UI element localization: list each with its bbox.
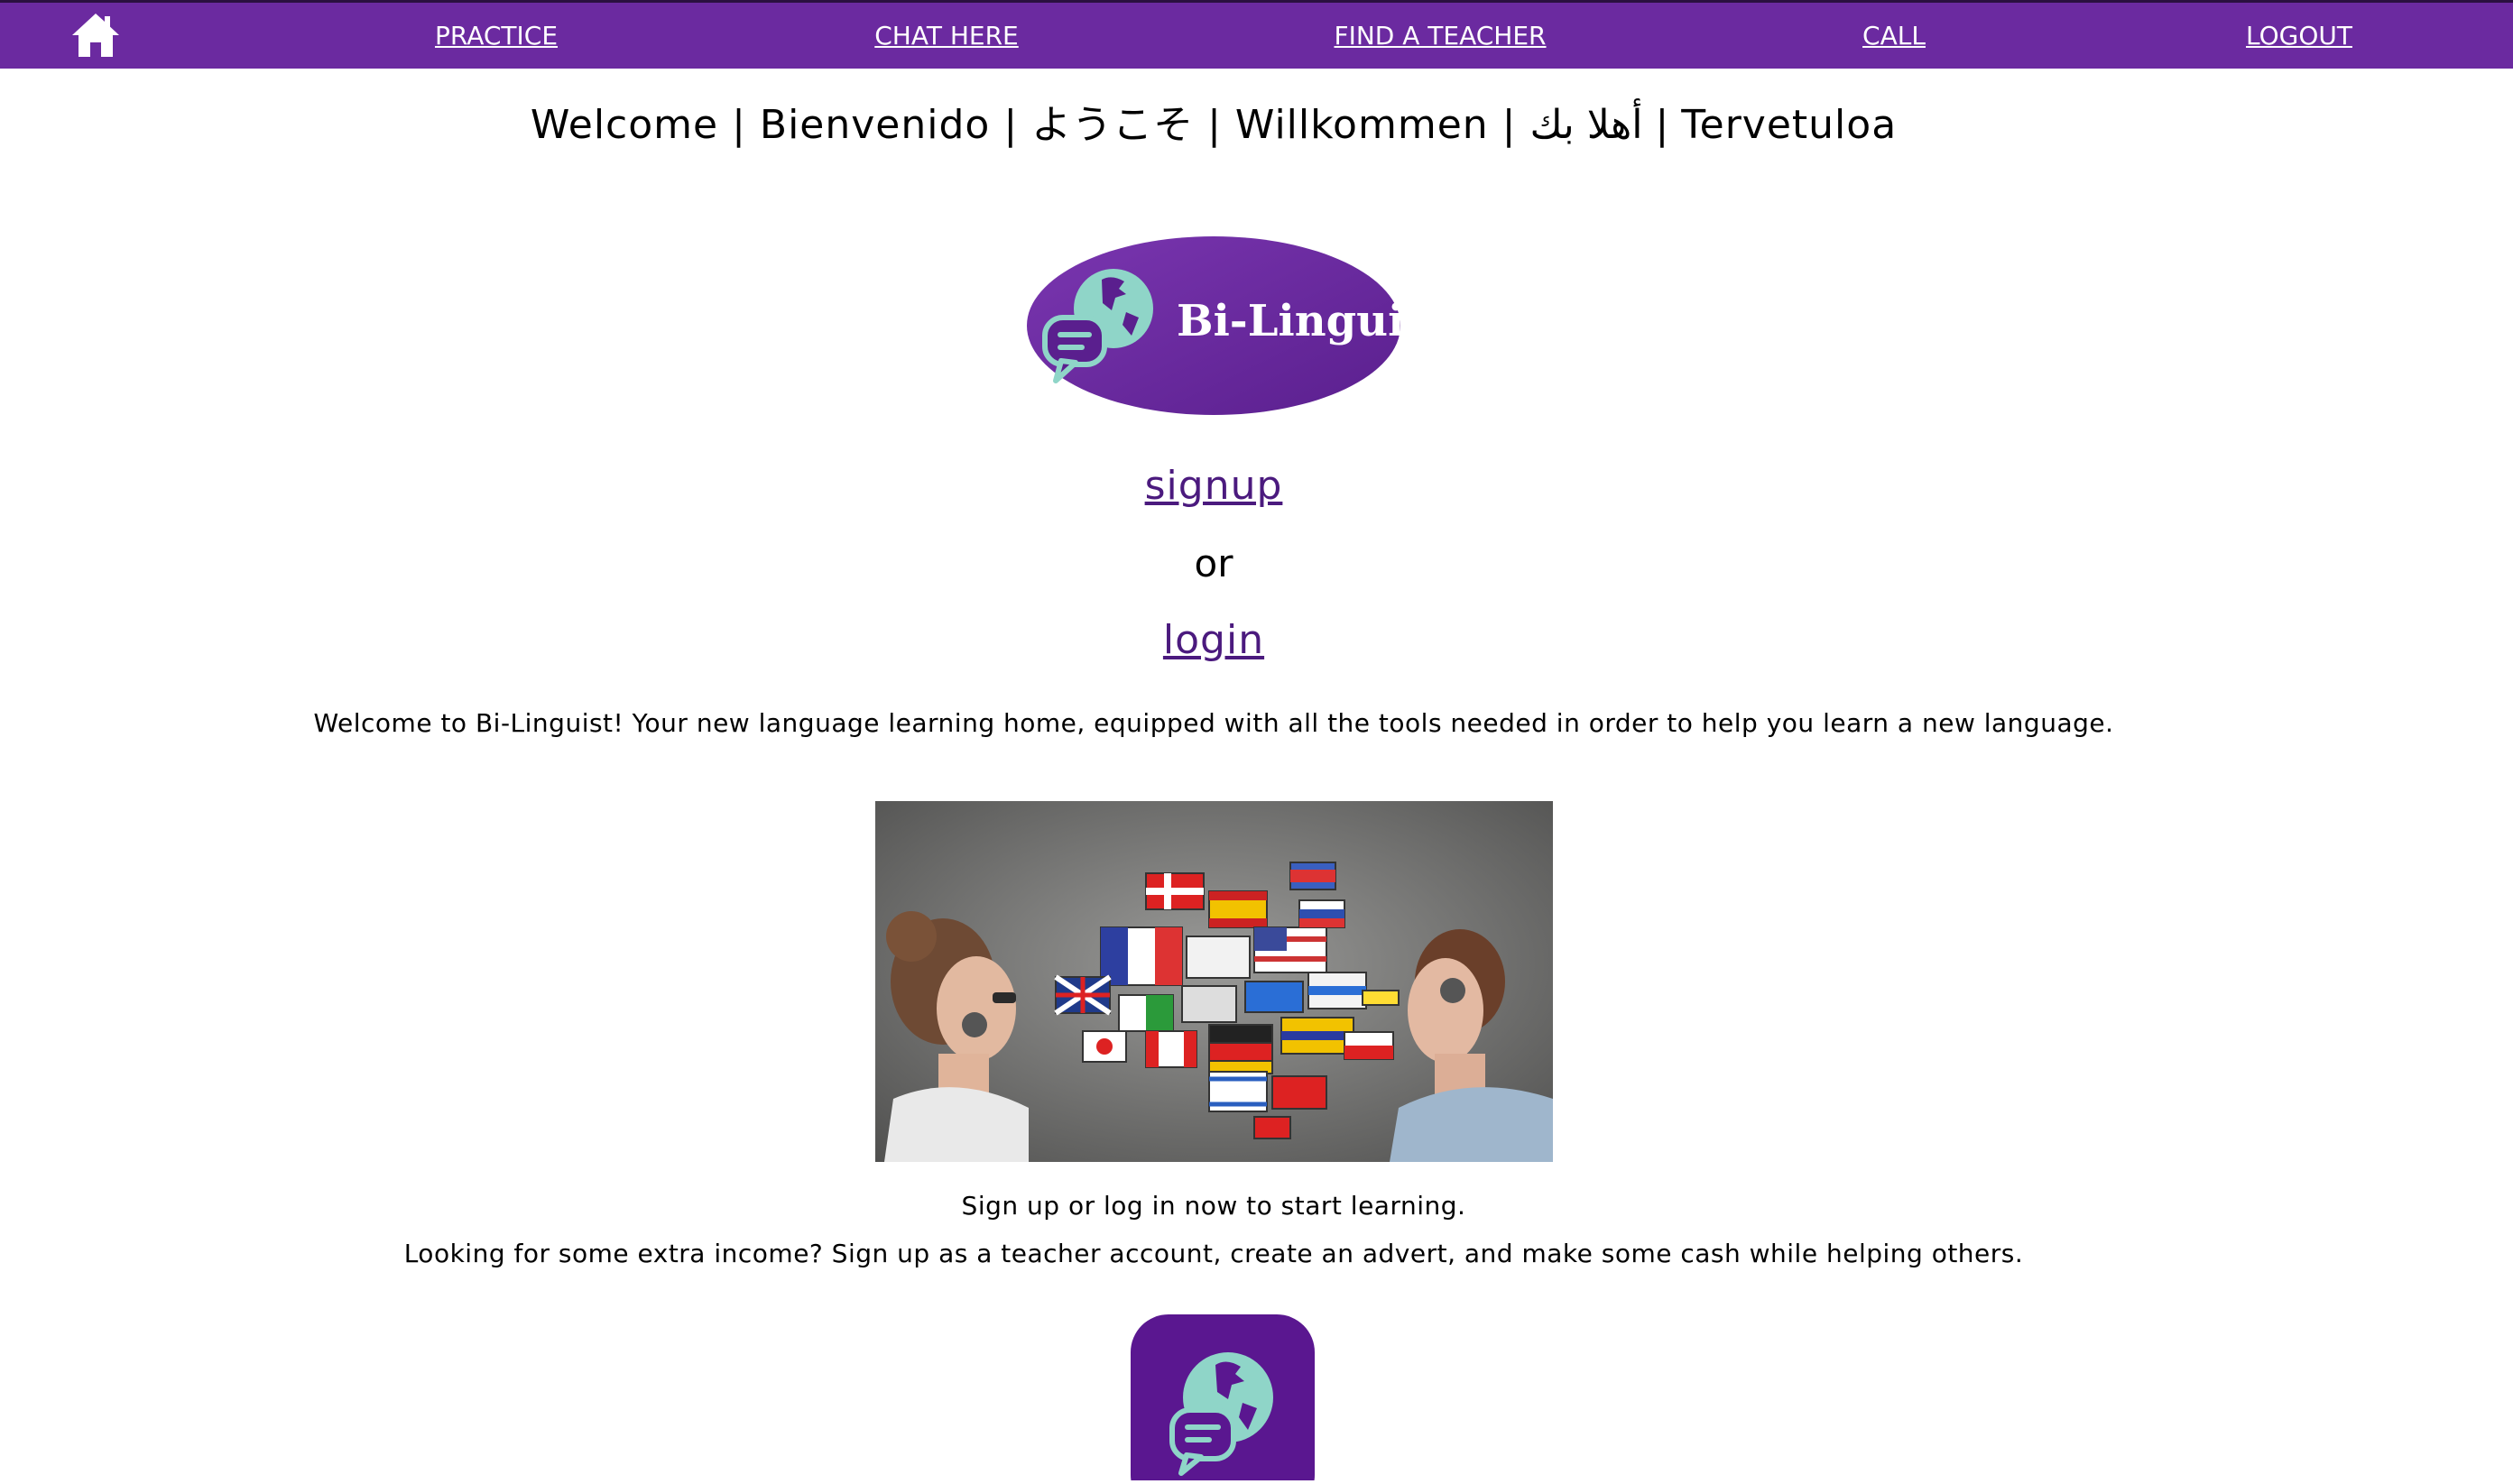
home-button[interactable]: [70, 12, 121, 59]
nav-logout-link[interactable]: LOGOUT: [2246, 21, 2352, 51]
nav-call-link[interactable]: CALL: [1862, 21, 1926, 51]
or-separator: or: [1194, 541, 1233, 585]
hero-image: [875, 801, 1553, 1162]
nav-chat-link[interactable]: CHAT HERE: [874, 21, 1018, 51]
welcome-heading: Welcome | Bienvenido | ようこそ | Willkommen…: [530, 102, 1898, 148]
app-icon: [1131, 1314, 1315, 1484]
intro-text: Welcome to Bi-Linguist! Your new languag…: [313, 708, 2114, 738]
teacher-pitch-text: Looking for some extra income? Sign up a…: [403, 1239, 2024, 1268]
home-icon: [72, 14, 119, 57]
nav-find-teacher-link[interactable]: FIND A TEACHER: [1334, 21, 1546, 51]
chat-bubble-icon: [1042, 315, 1107, 367]
top-navbar: PRACTICE CHAT HERE FIND A TEACHER CALL L…: [0, 0, 2513, 69]
login-link[interactable]: login: [1163, 617, 1264, 663]
logo-wordmark: Bi-Linguist: [1177, 296, 1402, 346]
bilinguist-logo: Bi-Linguist: [1025, 235, 1449, 417]
cta-text: Sign up or log in now to start learning.: [961, 1191, 1466, 1221]
signup-link[interactable]: signup: [1145, 463, 1283, 509]
nav-practice-link[interactable]: PRACTICE: [435, 21, 558, 51]
